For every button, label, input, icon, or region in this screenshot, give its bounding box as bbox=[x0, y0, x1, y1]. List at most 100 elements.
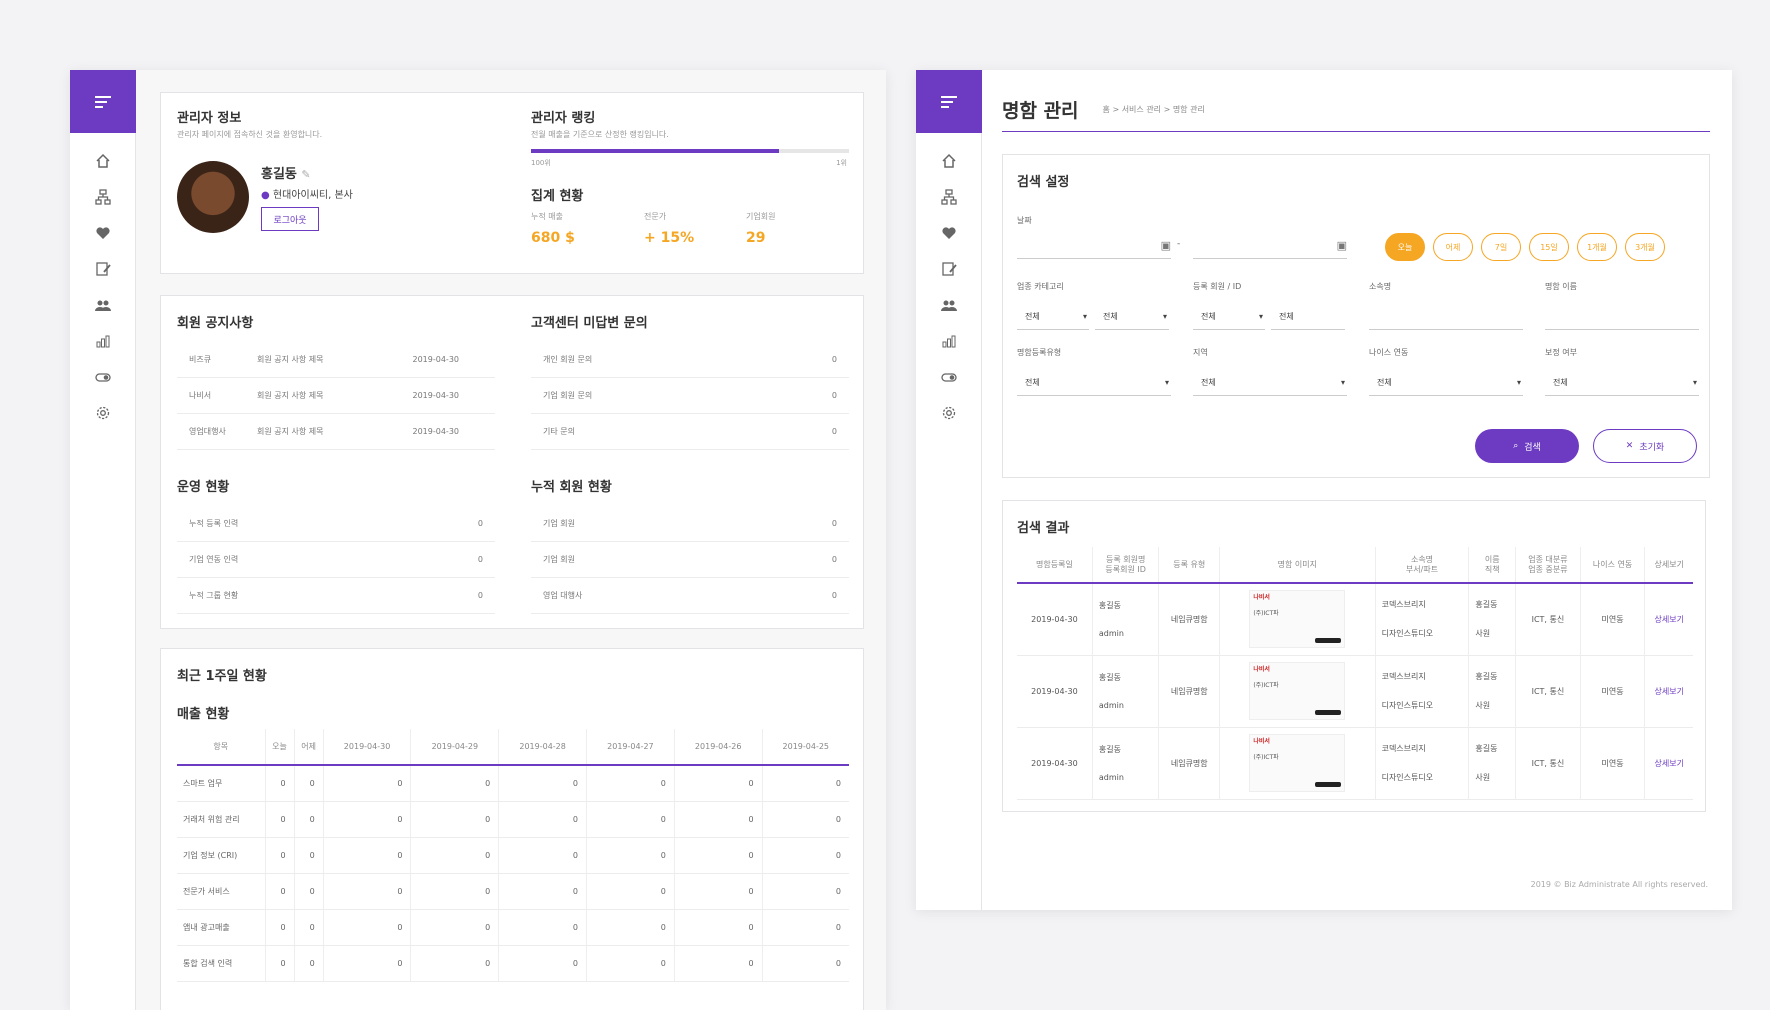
gear-icon bbox=[96, 406, 110, 420]
field-label: 명함 이름 bbox=[1545, 282, 1577, 291]
card-type-select[interactable]: 전체 ▾ bbox=[1017, 370, 1171, 396]
location-pin-icon: ● bbox=[261, 190, 270, 201]
industry-select-minor[interactable]: 전체 ▾ bbox=[1095, 304, 1169, 330]
nav-stats[interactable] bbox=[70, 323, 136, 359]
table-cell: 0 bbox=[586, 909, 675, 946]
detail-link[interactable]: 상세보기 bbox=[1644, 727, 1693, 800]
quick-date-3m[interactable]: 3개월 bbox=[1625, 233, 1665, 261]
nav-users[interactable] bbox=[70, 287, 136, 323]
reset-button[interactable]: ✕ 초기화 bbox=[1593, 429, 1697, 463]
table-cell: 0 bbox=[293, 801, 324, 838]
region-select[interactable]: 전체 ▾ bbox=[1193, 370, 1347, 396]
col-header: 어제 bbox=[293, 729, 324, 766]
nav-home[interactable] bbox=[916, 143, 982, 179]
search-results-title: 검색 결과 bbox=[1017, 521, 1070, 536]
notice-row[interactable]: 영업대행사 회원 공지 사항 제목 2019-04-30 bbox=[177, 414, 495, 450]
detail-link[interactable]: 상세보기 bbox=[1644, 583, 1693, 656]
col-header: 2019-04-30 bbox=[322, 729, 411, 766]
heart-icon bbox=[96, 227, 110, 239]
org-name-input[interactable] bbox=[1369, 304, 1523, 330]
start-date-input[interactable]: ▣ bbox=[1017, 233, 1171, 259]
card-image-brand: 나비서 bbox=[1253, 594, 1270, 602]
table-cell: 0 bbox=[761, 945, 849, 982]
nav-toggle[interactable] bbox=[70, 359, 136, 395]
search-button[interactable]: ⌕ 검색 bbox=[1475, 429, 1579, 463]
card-name-input[interactable] bbox=[1545, 304, 1699, 330]
nav-edit[interactable] bbox=[916, 251, 982, 287]
table-cell: 0 bbox=[293, 945, 324, 982]
end-date-input[interactable]: ▣ bbox=[1193, 233, 1347, 259]
card-image[interactable]: 나비서 (주)ICT파 bbox=[1219, 727, 1376, 800]
nav-stats[interactable] bbox=[916, 323, 982, 359]
table-cell: 0 bbox=[293, 837, 324, 874]
nav-edit[interactable] bbox=[70, 251, 136, 287]
logout-button[interactable]: 로그아웃 bbox=[261, 207, 319, 231]
page-title: 명함 관리 bbox=[1002, 100, 1079, 122]
table-cell: 0 bbox=[586, 873, 675, 910]
nav-favorites[interactable] bbox=[70, 215, 136, 251]
col-header: 2019-04-27 bbox=[586, 729, 675, 766]
nav-users[interactable] bbox=[916, 287, 982, 323]
member-id-input[interactable]: 전체 bbox=[1271, 304, 1345, 330]
inquiry-row[interactable]: 기업 회원 문의 0 bbox=[531, 378, 849, 414]
quick-date-7d[interactable]: 7일 bbox=[1481, 233, 1521, 261]
quick-date-15d[interactable]: 15일 bbox=[1529, 233, 1569, 261]
name-cell: 홍길동 사원 bbox=[1468, 583, 1516, 656]
ranking-title: 관리자 랭킹 bbox=[531, 111, 596, 126]
col-header: 업종 대분류 업종 중분류 bbox=[1515, 547, 1581, 584]
nice-cell: 미연동 bbox=[1579, 727, 1645, 800]
nav-org[interactable] bbox=[916, 179, 982, 215]
card-management-window: 명함 관리 홈 > 서비스 관리 > 명함 관리 검색 설정 날짜 ▣ - ▣ … bbox=[916, 70, 1732, 910]
member-select[interactable]: 전체 ▾ bbox=[1193, 304, 1265, 330]
table-cell: 0 bbox=[410, 873, 499, 910]
col-header: 2019-04-29 bbox=[410, 729, 499, 766]
notice-row[interactable]: 나비서 회원 공지 사항 제목 2019-04-30 bbox=[177, 378, 495, 414]
member-id-field: 등록 회원 / ID 전체 ▾ 전체 bbox=[1193, 281, 1347, 330]
results-header-row: 명함등록일 등록 회원명 등록회원 ID 등록 유형 명함 이미지 소속명 부서/파트 이… bbox=[1017, 547, 1693, 584]
detail-link[interactable]: 상세보기 bbox=[1644, 655, 1693, 728]
nav-org[interactable] bbox=[70, 179, 136, 215]
table-cell: 0 bbox=[761, 909, 849, 946]
nice-link-select[interactable]: 전체 ▾ bbox=[1369, 370, 1523, 396]
admin-info-subtitle: 관리자 페이지에 접속하신 것을 환영합니다. bbox=[177, 130, 323, 139]
card-image[interactable]: 나비서 (주)ICT파 bbox=[1219, 655, 1376, 728]
nice-link-field: 나이스 연동 전체 ▾ bbox=[1369, 347, 1523, 396]
nav-favorites[interactable] bbox=[916, 215, 982, 251]
org-chart-icon bbox=[95, 189, 111, 205]
nav-toggle[interactable] bbox=[916, 359, 982, 395]
nav-settings[interactable] bbox=[916, 395, 982, 431]
table-cell: 0 bbox=[322, 945, 411, 982]
operation-row: 누적 그룹 현황 0 bbox=[177, 578, 495, 614]
corrected-field: 보정 여부 전체 ▾ bbox=[1545, 347, 1699, 396]
weekly-table: 항목 오늘 어제 2019-04-30 2019-04-29 2019-04-28 2019… bbox=[177, 729, 849, 982]
reg-type: 네임큐명함 bbox=[1158, 583, 1220, 656]
stat-item: 누적 매출 680 $ bbox=[531, 212, 575, 246]
table-row: 2019-04-30 홍길동 admin 네임큐명함 나비서 (주)ICT파 코덱스브리지 디… bbox=[1017, 655, 1693, 728]
quick-date-buttons: 오늘 어제 7일 15일 1개월 3개월 bbox=[1385, 233, 1665, 261]
industry-select-major[interactable]: 전체 ▾ bbox=[1017, 304, 1089, 330]
card-image[interactable]: 나비서 (주)ICT파 bbox=[1219, 583, 1376, 656]
inquiry-row[interactable]: 기타 문의 0 bbox=[531, 414, 849, 450]
table-row: 거래처 위험 관리 0 0 0 0 0 0 0 0 bbox=[177, 801, 849, 838]
chevron-down-icon: ▾ bbox=[1162, 312, 1167, 321]
table-cell: 0 bbox=[498, 837, 587, 874]
menu-toggle-button[interactable] bbox=[70, 70, 136, 133]
nav-settings[interactable] bbox=[70, 395, 136, 431]
menu-toggle-button[interactable] bbox=[916, 70, 982, 133]
table-cell: 0 bbox=[498, 801, 587, 838]
calendar-icon[interactable]: ▣ bbox=[1337, 239, 1347, 252]
table-cell: 0 bbox=[410, 945, 499, 982]
reg-type: 네임큐명함 bbox=[1158, 727, 1220, 800]
quick-date-1m[interactable]: 1개월 bbox=[1577, 233, 1617, 261]
quick-date-today[interactable]: 오늘 bbox=[1385, 233, 1425, 261]
pencil-icon[interactable]: ✎ bbox=[301, 168, 310, 181]
notice-row[interactable]: 비즈큐 회원 공지 사항 제목 2019-04-30 bbox=[177, 342, 495, 378]
inquiry-row[interactable]: 개인 회원 문의 0 bbox=[531, 342, 849, 378]
corrected-select[interactable]: 전체 ▾ bbox=[1545, 370, 1699, 396]
calendar-icon[interactable]: ▣ bbox=[1161, 239, 1171, 252]
nav-home[interactable] bbox=[70, 143, 136, 179]
quick-date-yesterday[interactable]: 어제 bbox=[1433, 233, 1473, 261]
notice-title: 회원 공지사항 bbox=[177, 316, 254, 331]
table-cell: 0 bbox=[498, 909, 587, 946]
reg-date: 2019-04-30 bbox=[1017, 583, 1093, 656]
